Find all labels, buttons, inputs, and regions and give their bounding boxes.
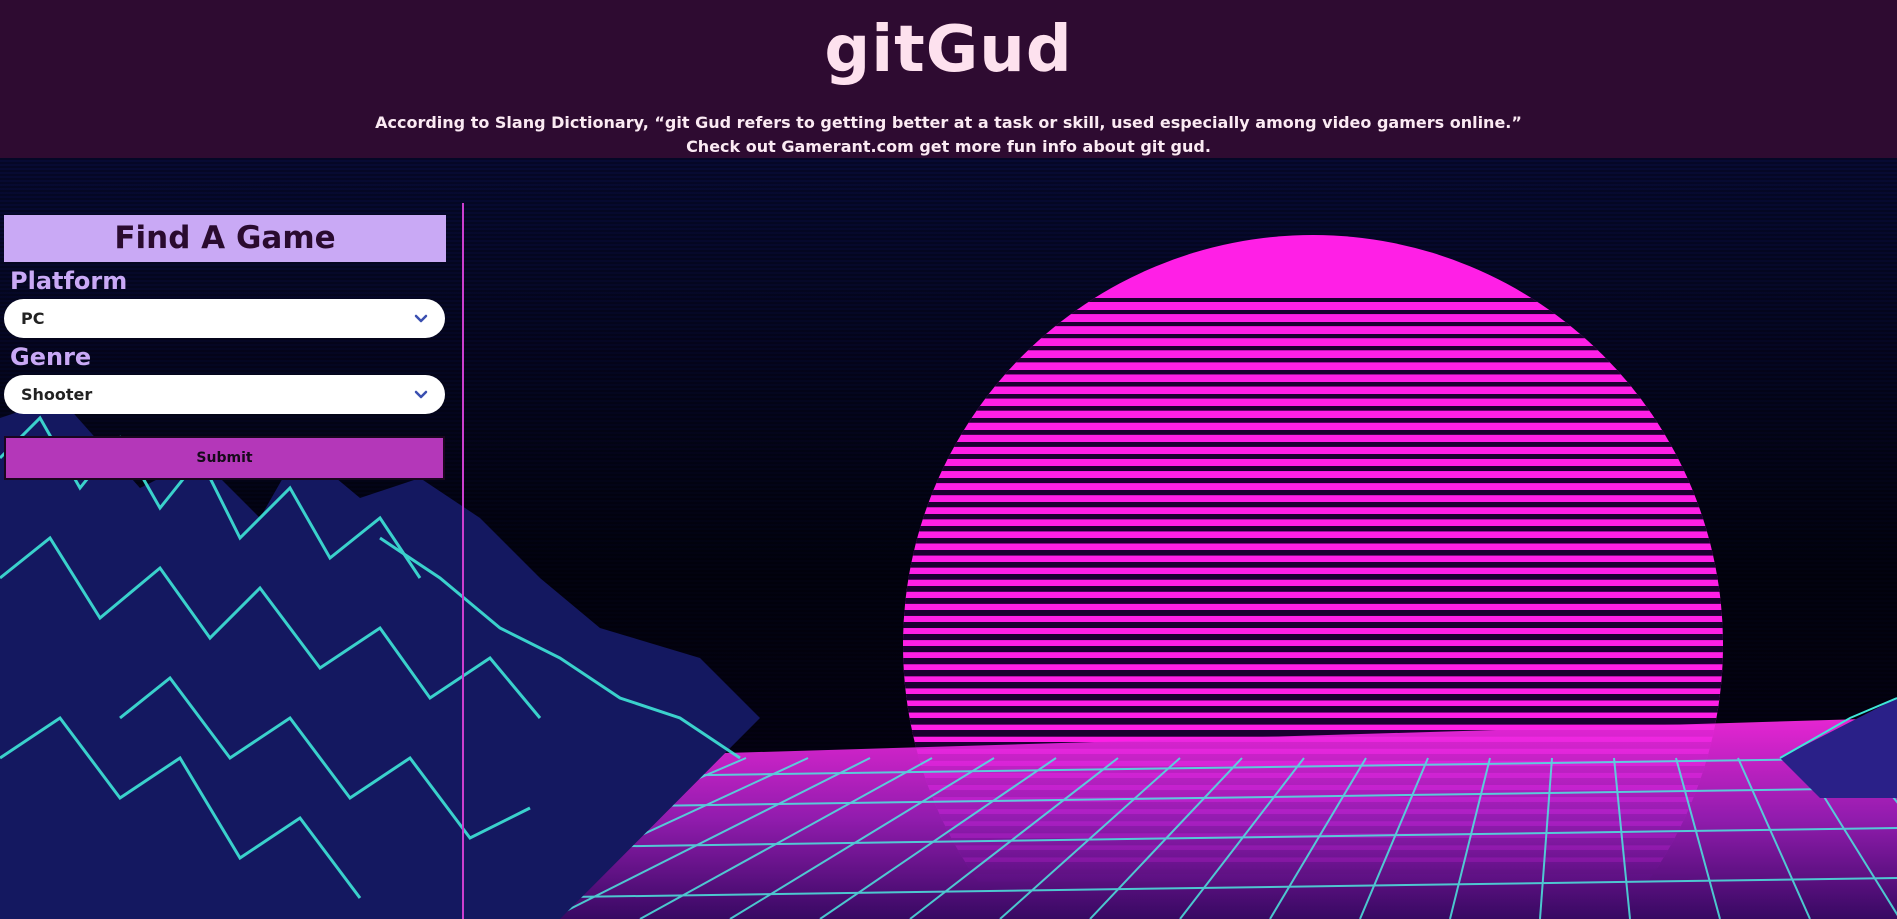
- site-title: gitGud: [824, 13, 1073, 87]
- site-tagline: According to Slang Dictionary, “git Gud …: [0, 111, 1897, 159]
- platform-label: Platform: [10, 267, 128, 295]
- find-game-heading: Find A Game: [4, 215, 446, 262]
- genre-select[interactable]: Shooter: [4, 375, 445, 414]
- genre-label: Genre: [10, 343, 92, 371]
- submit-button[interactable]: Submit: [4, 436, 445, 480]
- genre-selected-value: Shooter: [21, 385, 93, 404]
- sidebar-divider: [462, 203, 464, 919]
- synthwave-background: [0, 158, 1897, 919]
- tagline-line-1: According to Slang Dictionary, “git Gud …: [375, 113, 1522, 132]
- chevron-down-icon: [414, 314, 428, 322]
- platform-select[interactable]: PC: [4, 299, 445, 338]
- site-header: gitGud According to Slang Dictionary, “g…: [0, 0, 1897, 158]
- tagline-line-2: Check out Gamerant.com get more fun info…: [686, 137, 1211, 156]
- chevron-down-icon: [414, 390, 428, 398]
- platform-selected-value: PC: [21, 309, 45, 328]
